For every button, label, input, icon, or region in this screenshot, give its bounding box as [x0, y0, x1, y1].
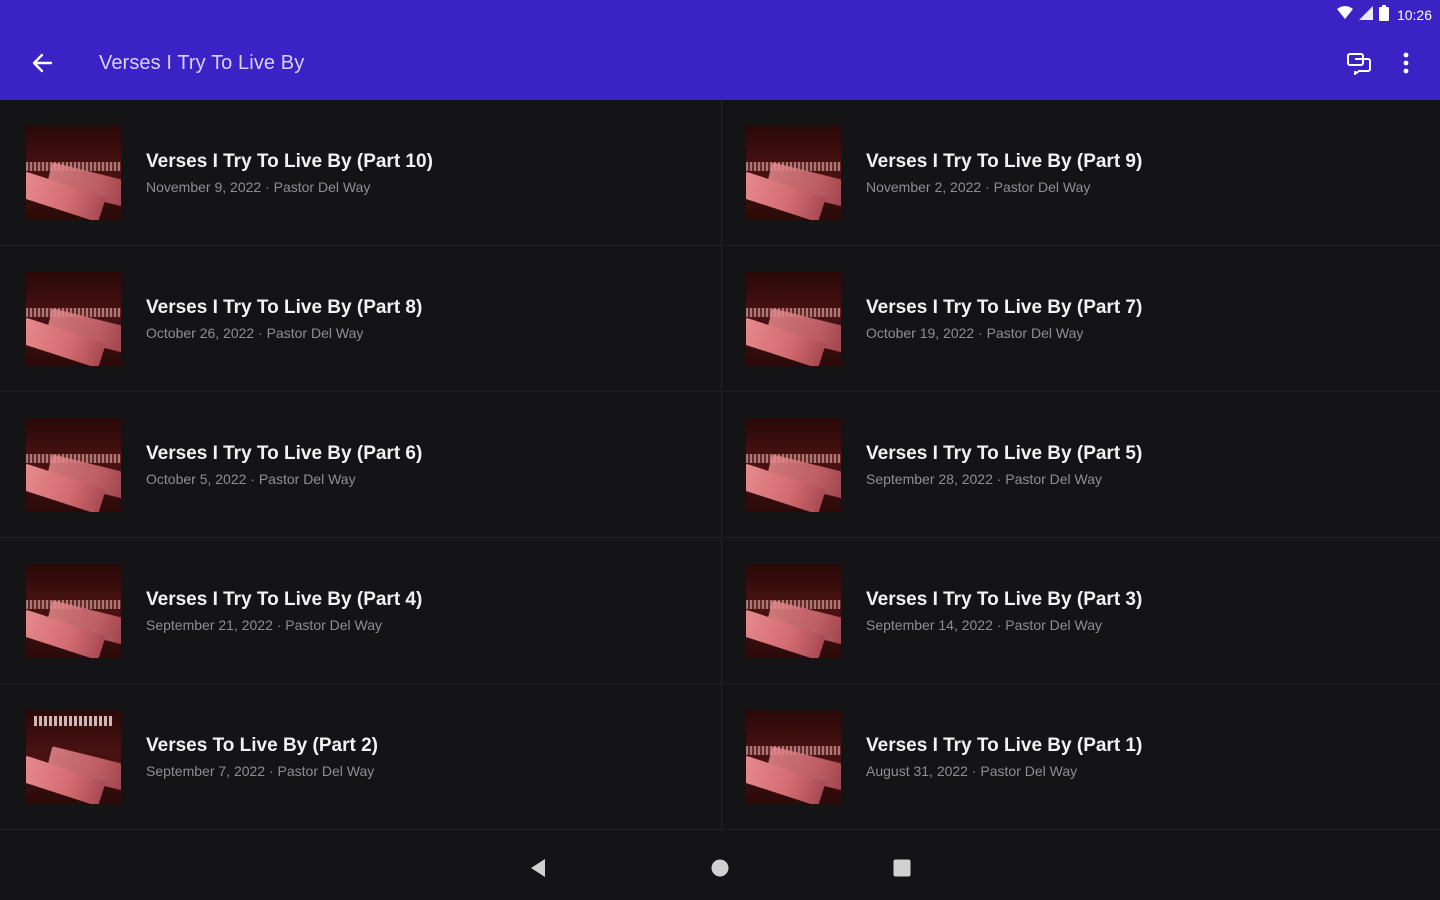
nav-recents-icon	[892, 858, 912, 883]
list-item[interactable]: Verses I Try To Live By (Part 9) Novembe…	[720, 100, 1440, 246]
list-item[interactable]: Verses I Try To Live By (Part 6) October…	[0, 392, 720, 538]
sermon-subtitle: November 9, 2022 · Pastor Del Way	[146, 179, 371, 195]
sermon-title: Verses I Try To Live By (Part 1)	[866, 735, 1143, 756]
cell-signal-icon	[1358, 5, 1373, 25]
chat-button[interactable]	[1341, 47, 1377, 83]
list-item[interactable]: Verses I Try To Live By (Part 3) Septemb…	[720, 538, 1440, 684]
list-item[interactable]: Verses I Try To Live By (Part 7) October…	[720, 246, 1440, 392]
sermon-title: Verses I Try To Live By (Part 7)	[866, 297, 1143, 318]
list-item[interactable]: Verses I Try To Live By (Part 5) Septemb…	[720, 392, 1440, 538]
wifi-icon	[1336, 5, 1353, 25]
sermon-title: Verses I Try To Live By (Part 5)	[866, 443, 1143, 464]
sermon-thumbnail	[26, 710, 121, 804]
nav-back-icon	[529, 858, 547, 883]
sermon-thumbnail	[26, 564, 121, 658]
sermon-thumbnail	[746, 418, 841, 512]
battery-icon	[1378, 4, 1389, 26]
sermon-thumbnail	[26, 418, 121, 512]
nav-recents-button[interactable]	[882, 850, 922, 890]
system-nav-bar	[0, 830, 1440, 900]
sermon-title: Verses I Try To Live By (Part 6)	[146, 443, 423, 464]
sermon-title: Verses I Try To Live By (Part 3)	[866, 589, 1143, 610]
sermon-title: Verses To Live By (Part 2)	[146, 735, 378, 756]
sermon-subtitle: September 7, 2022 · Pastor Del Way	[146, 763, 375, 779]
status-time: 10:26	[1396, 7, 1432, 23]
sermon-subtitle: September 28, 2022 · Pastor Del Way	[866, 471, 1103, 487]
sermon-thumbnail	[26, 126, 121, 220]
sermon-thumbnail	[746, 126, 841, 220]
nav-back-button[interactable]	[518, 850, 558, 890]
sermon-title: Verses I Try To Live By (Part 4)	[146, 589, 423, 610]
status-icons: 10:26	[1336, 4, 1432, 26]
more-vert-icon	[1403, 52, 1409, 79]
list-item[interactable]: Verses To Live By (Part 2) September 7, …	[0, 684, 720, 830]
nav-home-icon	[710, 858, 730, 883]
page-title: Verses I Try To Live By	[99, 52, 305, 74]
sermon-thumbnail	[746, 710, 841, 804]
app-bar: Verses I Try To Live By	[0, 30, 1440, 100]
nav-home-button[interactable]	[700, 850, 740, 890]
list-item[interactable]: Verses I Try To Live By (Part 4) Septemb…	[0, 538, 720, 684]
sermon-thumbnail	[746, 564, 841, 658]
sermon-subtitle: August 31, 2022 · Pastor Del Way	[866, 763, 1078, 779]
back-button[interactable]	[24, 47, 60, 83]
list-item[interactable]: Verses I Try To Live By (Part 8) October…	[0, 246, 720, 392]
arrow-back-icon	[31, 52, 53, 79]
chat-icon	[1346, 51, 1372, 80]
sermon-title: Verses I Try To Live By (Part 10)	[146, 151, 433, 172]
sermon-thumbnail	[26, 272, 121, 366]
sermon-subtitle: September 21, 2022 · Pastor Del Way	[146, 617, 383, 633]
sermon-subtitle: October 26, 2022 · Pastor Del Way	[146, 325, 364, 341]
sermon-title: Verses I Try To Live By (Part 9)	[866, 151, 1143, 172]
sermon-subtitle: October 5, 2022 · Pastor Del Way	[146, 471, 356, 487]
sermon-title: Verses I Try To Live By (Part 8)	[146, 297, 423, 318]
more-options-button[interactable]	[1388, 47, 1424, 83]
sermon-subtitle: October 19, 2022 · Pastor Del Way	[866, 325, 1084, 341]
list-item[interactable]: Verses I Try To Live By (Part 10) Novemb…	[0, 100, 720, 246]
sermon-subtitle: September 14, 2022 · Pastor Del Way	[866, 617, 1103, 633]
sermon-list: Verses I Try To Live By (Part 10) Novemb…	[0, 100, 1440, 830]
sermon-thumbnail	[746, 272, 841, 366]
list-item[interactable]: Verses I Try To Live By (Part 1) August …	[720, 684, 1440, 830]
status-bar: 10:26	[0, 0, 1440, 30]
sermon-subtitle: November 2, 2022 · Pastor Del Way	[866, 179, 1091, 195]
